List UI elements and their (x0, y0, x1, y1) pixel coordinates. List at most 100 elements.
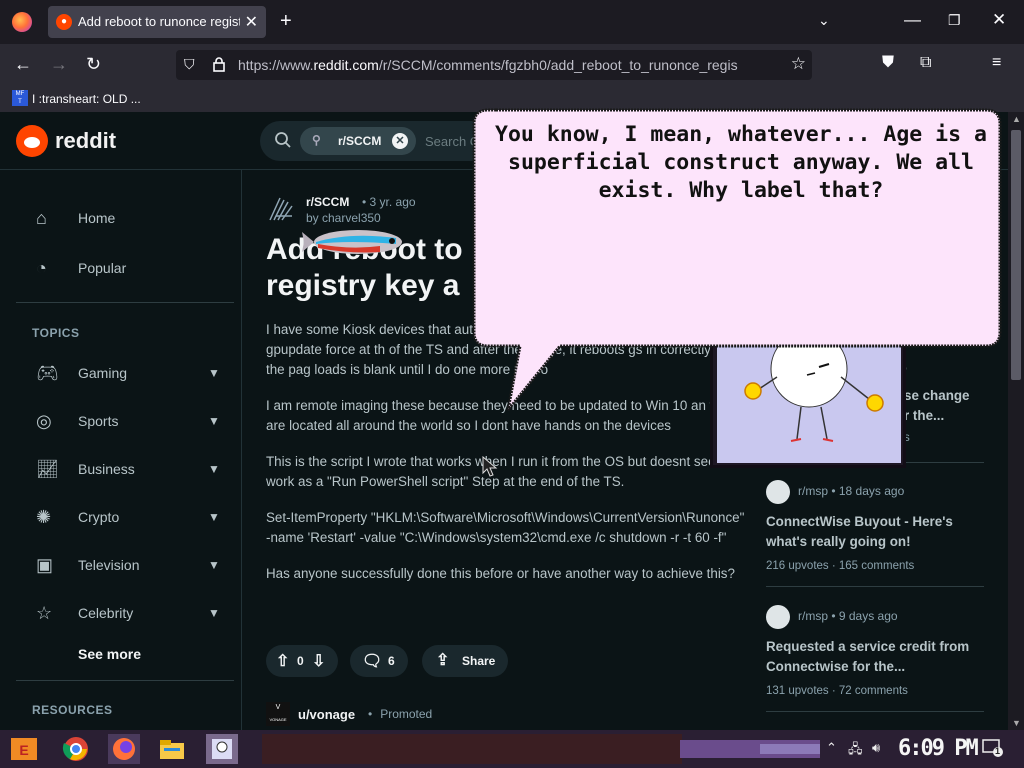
partial-title[interactable]: r the... (904, 408, 944, 423)
page-scrollbar[interactable]: ▲ ▼ (1008, 112, 1024, 730)
mouse-cursor-icon (482, 455, 498, 478)
sidebar-item-gaming[interactable]: 🎮︎ Gaming (36, 363, 127, 384)
divider (16, 680, 234, 681)
menu-icon[interactable]: ≡ (992, 54, 1001, 72)
taskbar-background (0, 730, 1024, 768)
post-age: • 3 yr. ago (362, 195, 416, 209)
reddit-wordmark[interactable]: reddit (55, 128, 116, 154)
sidebar-item-label: Television (78, 557, 140, 573)
star-icon: ☆ (36, 603, 53, 623)
television-icon: ▣ (36, 555, 54, 575)
subreddit-avatar[interactable] (266, 192, 298, 224)
close-window-icon[interactable]: ✕ (992, 10, 1006, 30)
chevron-down-icon[interactable]: ▼ (208, 510, 220, 524)
sidebar-item-television[interactable]: ▣ Television (36, 555, 139, 576)
gamepad-icon: 🎮︎ (36, 363, 59, 383)
chevron-down-icon[interactable]: ▼ (208, 366, 220, 380)
sidebar-item-label: Popular (78, 260, 127, 276)
left-sidebar: ⌂ Home ◔ Popular TOPICS 🎮︎ Gaming ▼ ◎ Sports… (0, 170, 242, 730)
lock-icon[interactable] (212, 56, 226, 75)
new-tab-icon[interactable]: + (280, 10, 292, 33)
chevron-down-icon[interactable]: ▼ (208, 414, 220, 428)
post-body: I have some Kiosk devices that aut page.… (266, 320, 746, 600)
firefox-taskbar-icon[interactable] (108, 734, 140, 764)
back-icon[interactable]: ← (14, 54, 32, 75)
list-all-tabs-icon[interactable]: ⌄ (818, 12, 830, 29)
tab-reddit[interactable]: ● Add reboot to runonce regist ✕ (48, 6, 266, 38)
comments-button[interactable]: 🗨︎ 6 (350, 645, 408, 677)
forward-icon[interactable]: → (50, 54, 68, 75)
divider (766, 711, 984, 712)
chevron-down-icon[interactable]: ▼ (208, 606, 220, 620)
search-bar[interactable]: ⚲ r/SCCM ✕ Search C (260, 121, 500, 161)
scroll-down-icon[interactable]: ▼ (1012, 718, 1021, 728)
scrollbar-thumb[interactable] (1011, 130, 1021, 380)
post-paragraph: This is the script I wrote that works wh… (266, 454, 742, 489)
sports-icon: ◎ (36, 411, 52, 431)
post-paragraph: I am remote imaging these because they n… (266, 398, 735, 433)
restore-icon[interactable]: ❐ (948, 12, 961, 29)
tab-title: Add reboot to runonce regist (78, 14, 240, 29)
comment-count: 6 (388, 654, 395, 668)
url-text[interactable]: https://www.reddit.com/r/SCCM/comments/f… (238, 57, 758, 73)
svg-text:E: E (19, 742, 28, 758)
reload-icon[interactable]: ↻ (86, 54, 101, 75)
reddit-logo-icon[interactable] (16, 125, 48, 157)
tracking-protection-icon[interactable]: ⛉ (184, 56, 195, 73)
search-input[interactable]: Search C (425, 134, 479, 149)
sidebar-item-celebrity[interactable]: ☆ Celebrity (36, 603, 133, 624)
share-label: Share (462, 654, 496, 668)
extensions-icon[interactable]: ⧉ (920, 54, 931, 72)
share-button[interactable]: ⇪ Share (422, 645, 508, 677)
notifications-icon[interactable]: 1 (982, 738, 1004, 758)
related-post-title[interactable]: ConnectWise Buyout - Here's what's reall… (766, 512, 984, 552)
notification-count: 1 (995, 746, 1001, 756)
pocket-icon[interactable]: ⛊ (882, 54, 894, 72)
sidebar-item-home[interactable]: ⌂ Home (36, 208, 115, 229)
search-community-chip[interactable]: ⚲ r/SCCM ✕ (300, 127, 416, 155)
network-icon[interactable]: 🖧︎ (848, 740, 863, 762)
related-post-title[interactable]: Requested a service credit from Connectw… (766, 637, 984, 677)
bookmark-item[interactable]: I :transheart: OLD ... (32, 92, 141, 106)
sidebar-item-label: Business (78, 461, 135, 477)
comment-icon: 🗨︎ (362, 653, 383, 670)
sidebar-item-business[interactable]: 📈︎ Business (36, 459, 135, 480)
bookmark-star-icon[interactable]: ☆ (791, 54, 806, 74)
search-icon (274, 131, 292, 154)
downvote-icon[interactable]: ⇩ (312, 651, 325, 671)
scroll-up-icon[interactable]: ▲ (1012, 114, 1021, 124)
taskbar-clock[interactable]: 6:09 PM (898, 736, 979, 761)
sidebar-item-sports[interactable]: ◎ Sports (36, 411, 118, 432)
tray-chevron-icon[interactable]: ⌃ (826, 740, 837, 756)
minimize-icon[interactable]: — (904, 10, 921, 30)
address-bar[interactable]: ⛉ https://www.reddit.com/r/SCCM/comments… (176, 50, 812, 80)
chevron-down-icon[interactable]: ▼ (208, 558, 220, 572)
related-post-stats: 131 upvotes · 72 comments (766, 685, 908, 697)
chevron-down-icon[interactable]: ▼ (208, 462, 220, 476)
partial-title[interactable]: se change (904, 388, 970, 403)
start-button[interactable]: E (8, 734, 40, 764)
clear-community-icon[interactable]: ✕ (392, 133, 408, 149)
chart-icon: 📈︎ (36, 459, 59, 479)
character-app-icon[interactable] (206, 734, 238, 764)
vonage-logo[interactable]: V VONAGE (266, 702, 290, 726)
post-paragraph: I have some Kiosk devices that aut page.… (266, 322, 736, 377)
sidebar-item-label: Gaming (78, 365, 128, 381)
promoted-label-text: Promoted (380, 707, 433, 721)
firefox-icon[interactable] (12, 12, 32, 32)
browser-nav-bar: ← → ↻ ⛉ https://www.reddit.com/r/SCCM/co… (0, 44, 1024, 86)
sidebar-item-label: Home (78, 210, 116, 226)
sidebar-item-crypto[interactable]: ✺ Crypto (36, 507, 119, 528)
taskbar: E ⌃ 🖧︎ 🔊︎ 6:09 PM 1 (0, 730, 1024, 768)
close-tab-icon[interactable]: ✕ (245, 12, 258, 32)
post-subreddit[interactable]: r/SCCM (306, 195, 349, 209)
see-more-button[interactable]: See more (78, 646, 141, 662)
sidebar-item-label: Celebrity (78, 605, 134, 621)
file-explorer-icon[interactable] (156, 734, 188, 764)
resources-heading: RESOURCES (32, 703, 113, 717)
volume-icon[interactable]: 🔊︎ (872, 740, 880, 756)
chrome-icon[interactable] (60, 734, 92, 764)
upvote-icon[interactable]: ⇧ (276, 651, 289, 671)
sidebar-item-popular[interactable]: ◔ Popular (36, 258, 126, 279)
promoted-user[interactable]: u/vonage (298, 707, 355, 722)
